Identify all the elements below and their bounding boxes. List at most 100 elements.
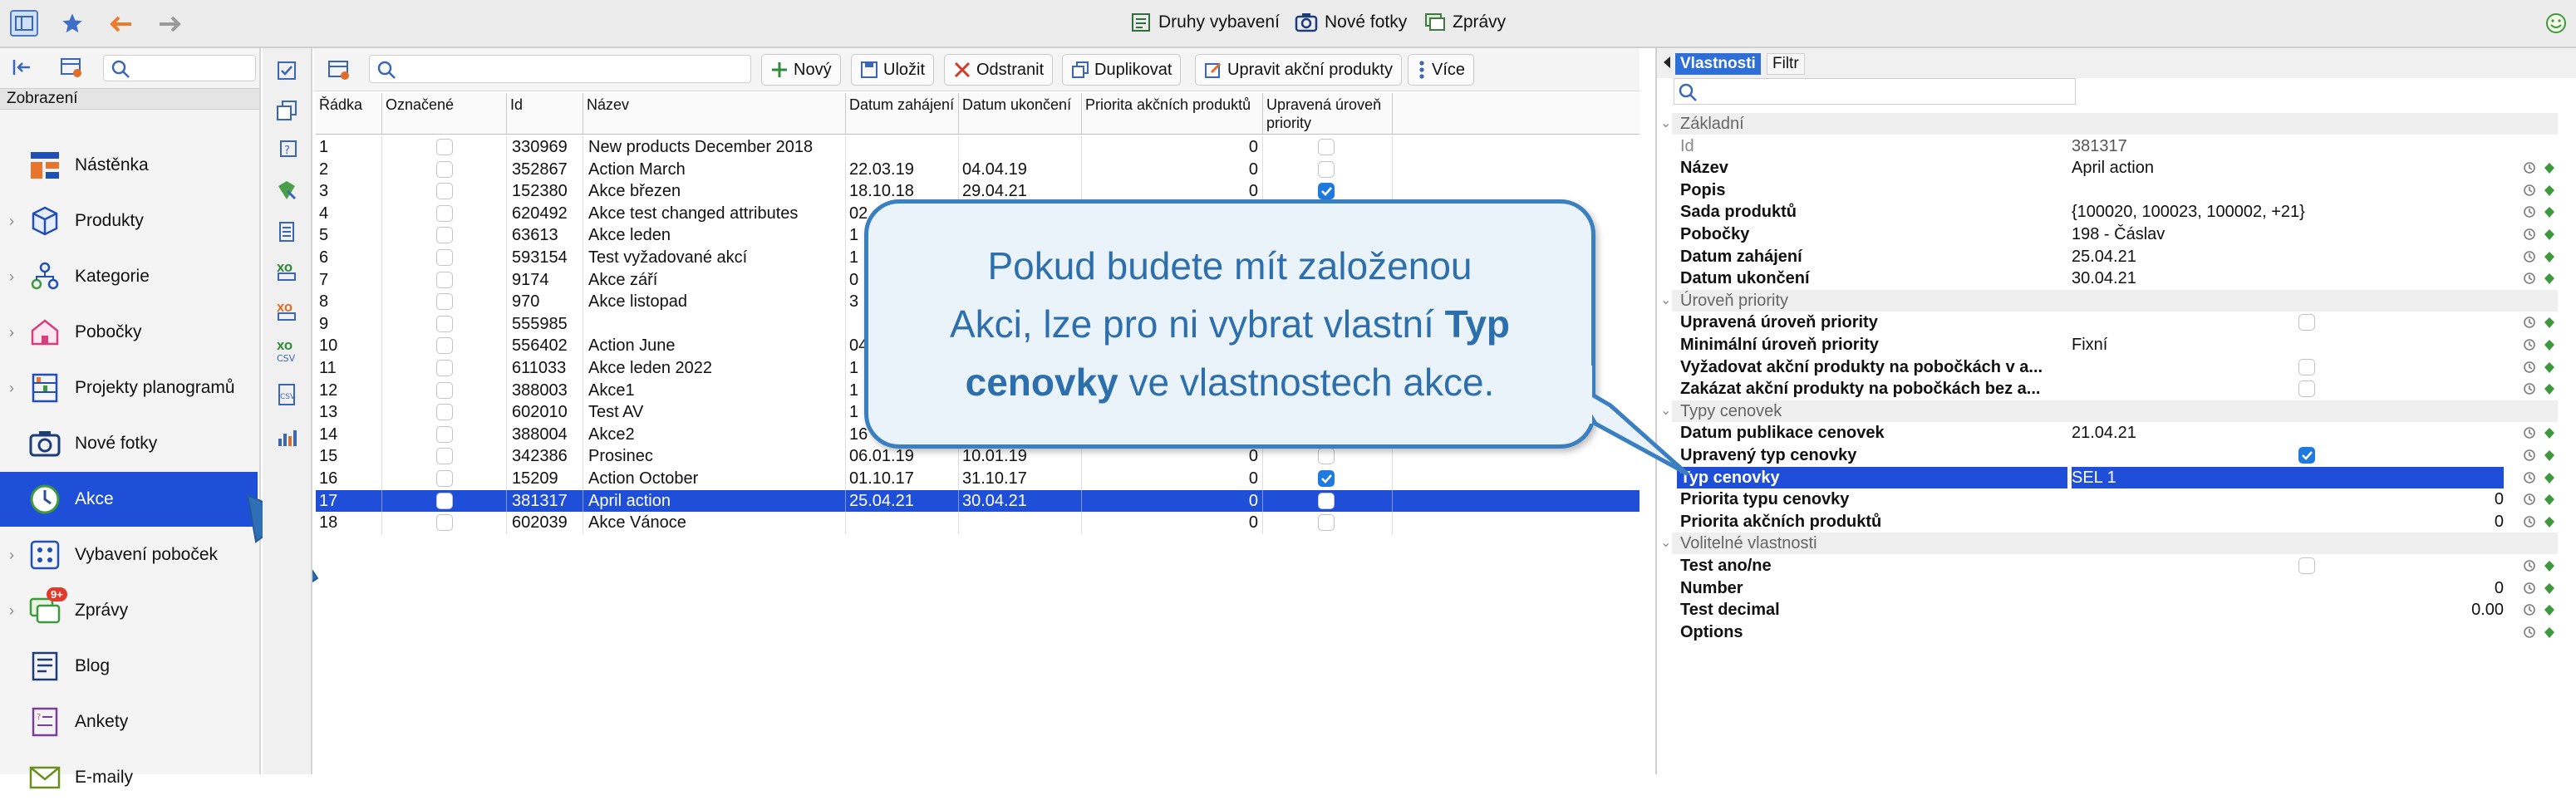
apply-tag-icon[interactable] bbox=[2543, 602, 2556, 616]
property-section-header[interactable]: Volitelné vlastnosti ⌄ bbox=[1660, 533, 2563, 555]
save-button[interactable]: Uložit bbox=[851, 54, 935, 86]
chevron-right-icon[interactable]: › bbox=[0, 213, 23, 230]
col-header-action-priority[interactable]: Priorita akčních produktů bbox=[1082, 93, 1263, 135]
modified-priority-checkbox[interactable] bbox=[1318, 160, 1335, 178]
property-value[interactable]: 0.00 bbox=[2072, 599, 2504, 621]
document-list-icon[interactable] bbox=[274, 219, 299, 244]
marked-checkbox[interactable] bbox=[436, 139, 453, 155]
sidebar-item-mail[interactable]: E-maily bbox=[0, 750, 258, 805]
sidebar-item-equipment-grid[interactable]: › Vybavení poboček bbox=[0, 528, 258, 582]
reset-value-icon[interactable] bbox=[2523, 625, 2536, 638]
properties-search-input[interactable] bbox=[1674, 78, 2076, 105]
property-value[interactable]: 0 bbox=[2072, 577, 2504, 599]
reset-value-icon[interactable] bbox=[2523, 337, 2536, 351]
marked-checkbox[interactable] bbox=[436, 470, 453, 487]
table-settings-icon[interactable] bbox=[58, 55, 85, 80]
property-row[interactable]: Datum publikace cenovek 21.04.21 bbox=[1677, 422, 2563, 444]
marked-checkbox[interactable] bbox=[436, 227, 453, 244]
apply-tag-icon[interactable] bbox=[2543, 425, 2556, 439]
reset-value-icon[interactable] bbox=[2523, 514, 2536, 528]
edit-action-products-button[interactable]: Upravit akční produkty bbox=[1195, 54, 1402, 86]
tab-filter[interactable]: Filtr bbox=[1767, 53, 1805, 75]
property-value[interactable] bbox=[2072, 444, 2504, 466]
reset-value-icon[interactable] bbox=[2523, 581, 2536, 594]
sidebar-item-action-clock[interactable]: Akce bbox=[0, 472, 258, 527]
property-row[interactable]: Test decimal 0.00 bbox=[1677, 599, 2563, 621]
duplicate-button[interactable]: Duplikovat bbox=[1062, 54, 1182, 86]
sidebar-item-messages[interactable]: › 9+ Zprávy bbox=[0, 583, 258, 638]
property-row[interactable]: Number 0 bbox=[1677, 577, 2563, 600]
marked-checkbox[interactable] bbox=[436, 315, 453, 332]
messages-button[interactable]: Zprávy bbox=[1424, 12, 1506, 33]
chart-icon[interactable] bbox=[274, 425, 299, 450]
more-button[interactable]: Více bbox=[1408, 54, 1475, 86]
marked-checkbox[interactable] bbox=[436, 160, 453, 178]
table-search-input[interactable] bbox=[369, 55, 751, 83]
grid-settings-icon[interactable] bbox=[326, 56, 352, 83]
smiley-icon[interactable] bbox=[2544, 12, 2568, 35]
apply-tag-icon[interactable] bbox=[2543, 558, 2556, 572]
chevron-right-icon[interactable]: › bbox=[0, 324, 23, 341]
property-row[interactable]: Upravený typ cenovky bbox=[1677, 444, 2563, 467]
sidebar-item-survey[interactable]: ? Ankety bbox=[0, 695, 258, 749]
reset-value-icon[interactable] bbox=[2523, 360, 2536, 373]
apply-tag-icon[interactable] bbox=[2543, 183, 2556, 196]
reset-value-icon[interactable] bbox=[2523, 558, 2536, 572]
sidebar-item-categories[interactable]: › Kategorie bbox=[0, 249, 258, 304]
marked-checkbox[interactable] bbox=[436, 337, 453, 355]
sidebar-item-camera[interactable]: Nové fotky bbox=[0, 416, 258, 471]
marked-checkbox[interactable] bbox=[436, 293, 453, 311]
sidebar-item-planogram[interactable]: › Projekty planogramů bbox=[0, 361, 258, 415]
new-photos-button[interactable]: Nové fotky bbox=[1295, 12, 1407, 33]
property-row[interactable]: Priorita typu cenovky 0 bbox=[1677, 488, 2563, 511]
apply-tag-icon[interactable] bbox=[2543, 581, 2556, 594]
table-row[interactable]: 18 602039 Akce Vánoce 0 bbox=[316, 512, 1639, 534]
marked-checkbox[interactable] bbox=[436, 381, 453, 399]
back-arrow-icon[interactable] bbox=[106, 12, 135, 37]
col-header-id[interactable]: Id bbox=[507, 93, 583, 135]
marked-checkbox[interactable] bbox=[436, 425, 453, 443]
apply-tag-icon[interactable] bbox=[2543, 492, 2556, 506]
property-value[interactable]: {100020, 100023, 100002, +21} bbox=[2072, 201, 2504, 223]
property-checkbox[interactable] bbox=[2298, 380, 2315, 398]
table-row[interactable]: 1 330969 New products December 2018 0 bbox=[316, 136, 1639, 159]
property-value[interactable]: 21.04.21 bbox=[2072, 422, 2504, 444]
property-value[interactable] bbox=[2072, 378, 2504, 400]
property-value[interactable]: Fixní bbox=[2072, 334, 2504, 356]
help-copy-icon[interactable]: ? bbox=[274, 138, 299, 163]
marked-checkbox[interactable] bbox=[436, 514, 453, 532]
modified-priority-checkbox[interactable] bbox=[1318, 514, 1335, 532]
modified-priority-checkbox[interactable] bbox=[1318, 448, 1335, 465]
reset-value-icon[interactable] bbox=[2523, 470, 2536, 483]
sidebar-item-blog[interactable]: Blog bbox=[0, 639, 258, 694]
chevron-right-icon[interactable]: › bbox=[0, 602, 23, 620]
property-value[interactable]: April action bbox=[2072, 157, 2504, 179]
apply-tag-icon[interactable] bbox=[2543, 271, 2556, 285]
marked-checkbox[interactable] bbox=[436, 271, 453, 288]
excel-export-icon[interactable]: XO bbox=[274, 259, 299, 284]
table-row[interactable]: 2 352867 Action March 22.03.19 04.04.19 0 bbox=[316, 159, 1639, 181]
property-row[interactable]: Vyžadovat akční produkty na pobočkách v … bbox=[1677, 356, 2563, 379]
property-checkbox[interactable] bbox=[2298, 358, 2315, 376]
new-button[interactable]: Nový bbox=[761, 54, 841, 86]
property-value[interactable]: 30.04.21 bbox=[2072, 268, 2504, 289]
apply-tag-icon[interactable] bbox=[2543, 337, 2556, 351]
property-value[interactable]: 198 - Čáslav bbox=[2072, 223, 2504, 245]
marked-checkbox[interactable] bbox=[436, 360, 453, 376]
marked-checkbox[interactable] bbox=[436, 204, 453, 222]
property-value[interactable]: 25.04.21 bbox=[2072, 246, 2504, 268]
col-header-start-date[interactable]: Datum zahájení bbox=[846, 93, 959, 135]
apply-tag-icon[interactable] bbox=[2543, 381, 2556, 395]
property-row[interactable]: Popis bbox=[1677, 179, 2563, 202]
property-value[interactable] bbox=[2072, 555, 2504, 577]
chevron-down-icon[interactable]: ⌄ bbox=[1660, 533, 1671, 554]
property-row[interactable]: Typ cenovky SEL 1 bbox=[1677, 466, 2563, 489]
property-checkbox[interactable] bbox=[2298, 557, 2315, 574]
property-checkbox[interactable] bbox=[2298, 447, 2315, 464]
property-section-header[interactable]: Typy cenovek ⌄ bbox=[1660, 400, 2563, 423]
modified-priority-checkbox[interactable] bbox=[1318, 492, 1335, 509]
property-row[interactable]: Test ano/ne bbox=[1677, 555, 2563, 577]
property-row[interactable]: Název April action bbox=[1677, 157, 2563, 179]
left-search-input[interactable] bbox=[103, 55, 256, 81]
apply-tag-icon[interactable] bbox=[2543, 470, 2556, 483]
